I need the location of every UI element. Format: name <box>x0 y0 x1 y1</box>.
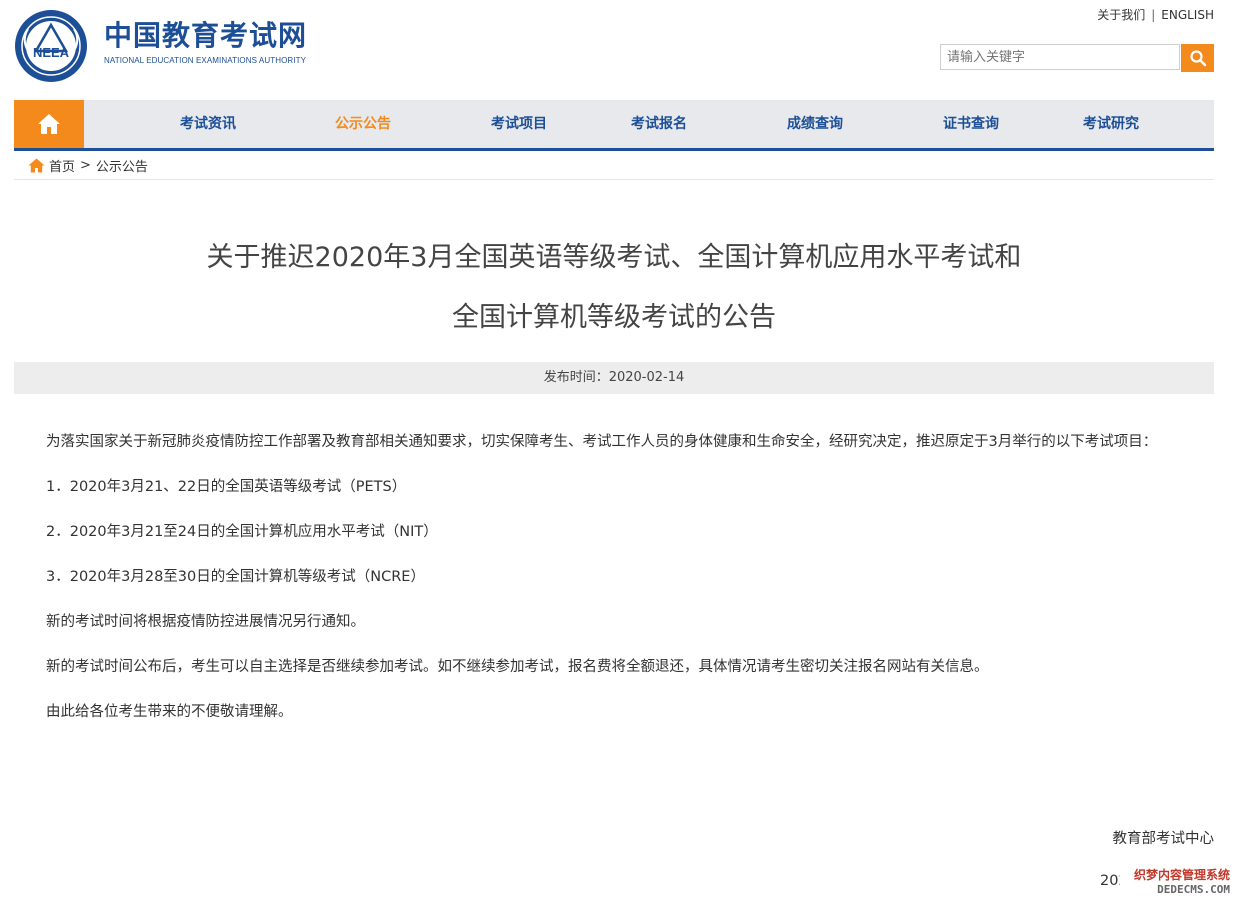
breadcrumb-home-link[interactable]: 首页 <box>49 156 75 175</box>
search-button[interactable] <box>1181 44 1214 72</box>
watermark-line-2: DEDECMS.COM <box>1157 883 1230 896</box>
article-list-item: 2．2020年3月21至24日的全国计算机应用水平考试（NIT） <box>46 524 438 540</box>
article-list-item: 3．2020年3月28至30日的全国计算机等级考试（NCRE） <box>46 569 425 585</box>
nav-item-exam-projects[interactable]: 考试项目 <box>491 100 547 148</box>
article-list-item: 1．2020年3月21、22日的全国英语等级考试（PETS） <box>46 479 407 495</box>
nav-item-exam-research[interactable]: 考试研究 <box>1083 100 1139 148</box>
article-title-line-1: 关于推迟2020年3月全国英语等级考试、全国计算机应用水平考试和 <box>206 242 1022 273</box>
breadcrumb-separator: > <box>80 157 91 173</box>
article-paragraph: 新的考试时间公布后，考生可以自主选择是否继续参加考试。如不继续参加考试，报名费将… <box>46 659 989 675</box>
breadcrumb: 首页 > 公示公告 <box>14 151 1214 180</box>
site-title-cn: 中国教育考试网 <box>104 19 308 52</box>
watermark: 织梦内容管理系统 DEDECMS.COM <box>1120 867 1230 901</box>
article-title: 关于推迟2020年3月全国英语等级考试、全国计算机应用水平考试和 全国计算机等级… <box>14 228 1214 348</box>
publish-time: 发布时间：2020-02-14 <box>14 362 1214 394</box>
site-title-en: NATIONAL EDUCATION EXAMINATIONS AUTHORIT… <box>104 56 307 65</box>
english-link[interactable]: ENGLISH <box>1161 8 1214 22</box>
top-links: 关于我们 | ENGLISH <box>1097 8 1214 22</box>
logo-emblem-text: NEEA <box>33 45 70 60</box>
home-icon <box>38 114 60 134</box>
article-paragraph: 由此给各位考生带来的不便敬请理解。 <box>46 704 293 720</box>
search-box <box>940 44 1180 70</box>
neea-logo-emblem: NEEA <box>15 10 87 82</box>
nav-item-announcements[interactable]: 公示公告 <box>335 100 391 148</box>
nav-item-registration[interactable]: 考试报名 <box>631 100 687 148</box>
article-paragraph: 为落实国家关于新冠肺炎疫情防控工作部署及教育部相关通知要求，切实保障考生、考试工… <box>46 434 1158 450</box>
article-signature: 教育部考试中心 <box>1112 831 1215 847</box>
article-paragraph: 新的考试时间将根据疫情防控进展情况另行通知。 <box>46 614 365 630</box>
nav-item-exam-news[interactable]: 考试资讯 <box>180 100 236 148</box>
search-icon <box>1189 50 1206 67</box>
nav-item-score-query[interactable]: 成绩查询 <box>787 100 843 148</box>
about-us-link[interactable]: 关于我们 <box>1097 8 1145 22</box>
breadcrumb-current-link[interactable]: 公示公告 <box>96 156 148 175</box>
nav-home-button[interactable] <box>14 100 84 148</box>
search-input[interactable] <box>941 45 1179 69</box>
nav-item-certificate-query[interactable]: 证书查询 <box>943 100 999 148</box>
main-nav: 考试资讯 公示公告 考试项目 考试报名 成绩查询 证书查询 考试研究 <box>14 100 1214 151</box>
article-content: 为落实国家关于新冠肺炎疫情防控工作部署及教育部相关通知要求，切实保障考生、考试工… <box>14 425 1214 740</box>
watermark-line-1: 织梦内容管理系统 <box>1133 868 1230 882</box>
article-title-line-2: 全国计算机等级考试的公告 <box>452 302 776 333</box>
breadcrumb-home-icon <box>28 158 45 172</box>
